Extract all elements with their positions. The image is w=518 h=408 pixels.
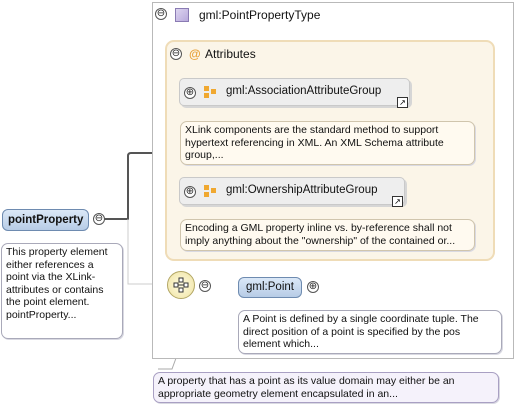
group-name: gml:OwnershipAttributeGroup (226, 184, 378, 196)
sequence-collapse-button[interactable]: ⊖ (199, 280, 211, 292)
group-expand-button[interactable]: ⊕ (184, 186, 196, 198)
type-documentation: A property that has a point as its value… (153, 372, 499, 403)
group-documentation: XLink components are the standard method… (180, 121, 475, 165)
point-documentation: A Point is defined by a single coordinat… (238, 310, 502, 354)
element-name: pointProperty (8, 214, 84, 226)
reference-arrow-icon: ↗ (397, 97, 408, 108)
element-documentation: This property element either references … (1, 243, 123, 339)
reference-arrow-icon: ↗ (392, 196, 403, 207)
element-name: gml:Point (246, 281, 294, 293)
group-expand-button[interactable]: ⊕ (184, 87, 196, 99)
group-name: gml:AssociationAttributeGroup (226, 85, 382, 97)
attribute-group-icon (204, 185, 216, 197)
attributes-title: Attributes (205, 47, 256, 61)
attribute-group-icon (204, 86, 216, 98)
point-property-element[interactable]: pointProperty (2, 209, 89, 231)
type-collapse-button[interactable]: ⊖ (155, 8, 167, 20)
point-expand-button[interactable]: ⊕ (307, 281, 319, 293)
attribute-at-icon: @ (189, 47, 201, 61)
point-element[interactable]: gml:Point (238, 277, 302, 298)
attributes-collapse-button[interactable]: ⊖ (170, 48, 182, 60)
sequence-compositor-icon[interactable] (167, 271, 195, 299)
complex-type-icon (175, 8, 189, 22)
element-collapse-button[interactable]: ⊖ (93, 213, 105, 225)
group-documentation: Encoding a GML property inline vs. by-re… (180, 219, 475, 251)
type-name: gml:PointPropertyType (199, 8, 321, 22)
